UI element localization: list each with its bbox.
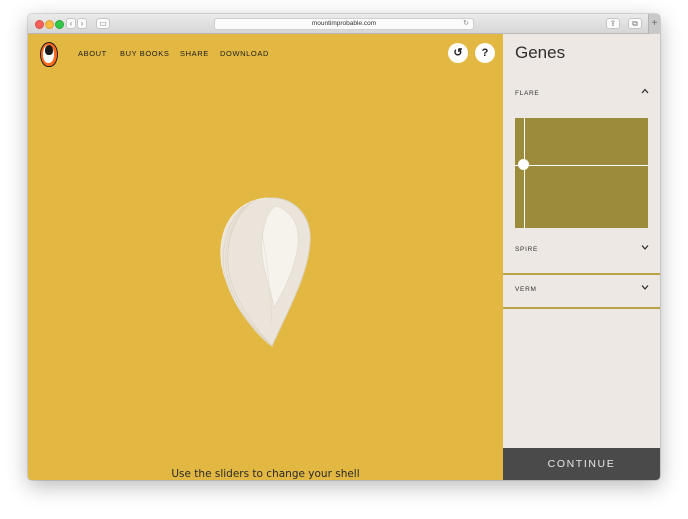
nav-about[interactable]: ABOUT (78, 49, 107, 58)
reset-icon: ↺ (453, 47, 463, 59)
logo-head (45, 45, 53, 55)
gene-spire-label: SPIRE (515, 246, 539, 253)
share-button[interactable]: ⇪ (606, 18, 620, 29)
browser-window: ‹ › ▭ mountimprobable.com ↻ ⇪ ⧉ + ABOUT … (28, 14, 660, 480)
tabs-icon: ⧉ (632, 19, 638, 28)
gene-verm-label: VERM (515, 286, 537, 293)
chevron-right-icon: › (80, 19, 84, 28)
slider-horizontal-line (515, 165, 648, 166)
url-text: mountimprobable.com (311, 20, 377, 27)
browser-toolbar: ‹ › ▭ mountimprobable.com ↻ ⇪ ⧉ + (28, 14, 660, 34)
reload-icon[interactable]: ↻ (463, 19, 469, 29)
sidebar-icon: ▭ (99, 19, 107, 28)
reset-button[interactable]: ↺ (448, 43, 468, 63)
back-button[interactable]: ‹ (66, 18, 76, 29)
zoom-window-button[interactable] (55, 20, 64, 29)
nav-download[interactable]: DOWNLOAD (220, 49, 269, 58)
forward-button[interactable]: › (77, 18, 87, 29)
penguin-logo-icon[interactable] (40, 42, 58, 67)
slider-vertical-line (524, 118, 525, 228)
chevron-down-icon (641, 245, 649, 250)
sidebar-toggle-button[interactable]: ▭ (96, 18, 110, 29)
gene-flare-label: FLARE (515, 90, 540, 97)
genes-panel: Genes FLARE SPIRE VERM CONTINUE (503, 34, 660, 480)
divider (503, 307, 660, 309)
new-tab-button[interactable]: + (648, 14, 660, 34)
minimize-window-button[interactable] (45, 20, 54, 29)
continue-button[interactable]: CONTINUE (503, 448, 660, 480)
nav-share[interactable]: SHARE (180, 49, 209, 58)
help-button[interactable]: ? (475, 43, 495, 63)
main-canvas: ABOUT BUY BOOKS SHARE DOWNLOAD ↺ ? Use t… (28, 34, 503, 480)
divider (503, 273, 660, 275)
help-icon: ? (481, 47, 489, 59)
shell-illustration (220, 197, 311, 347)
address-bar[interactable]: mountimprobable.com ↻ (214, 18, 474, 30)
share-icon: ⇪ (609, 19, 617, 28)
gene-flare-header[interactable]: FLARE (503, 78, 660, 110)
gene-verm-header[interactable]: VERM (503, 276, 660, 308)
flare-slider-pad[interactable] (515, 118, 648, 228)
close-window-button[interactable] (35, 20, 44, 29)
show-tabs-button[interactable]: ⧉ (628, 18, 642, 29)
chevron-left-icon: ‹ (69, 19, 73, 28)
gene-spire-header[interactable]: SPIRE (503, 234, 660, 266)
chevron-up-icon (641, 88, 649, 94)
plus-icon: + (651, 18, 658, 29)
hint-text: Use the sliders to change your shell (171, 468, 360, 480)
panel-title: Genes (515, 43, 566, 62)
chevron-down-icon (641, 285, 649, 290)
slider-handle[interactable] (518, 159, 529, 170)
nav-buy-books[interactable]: BUY BOOKS (120, 49, 169, 58)
